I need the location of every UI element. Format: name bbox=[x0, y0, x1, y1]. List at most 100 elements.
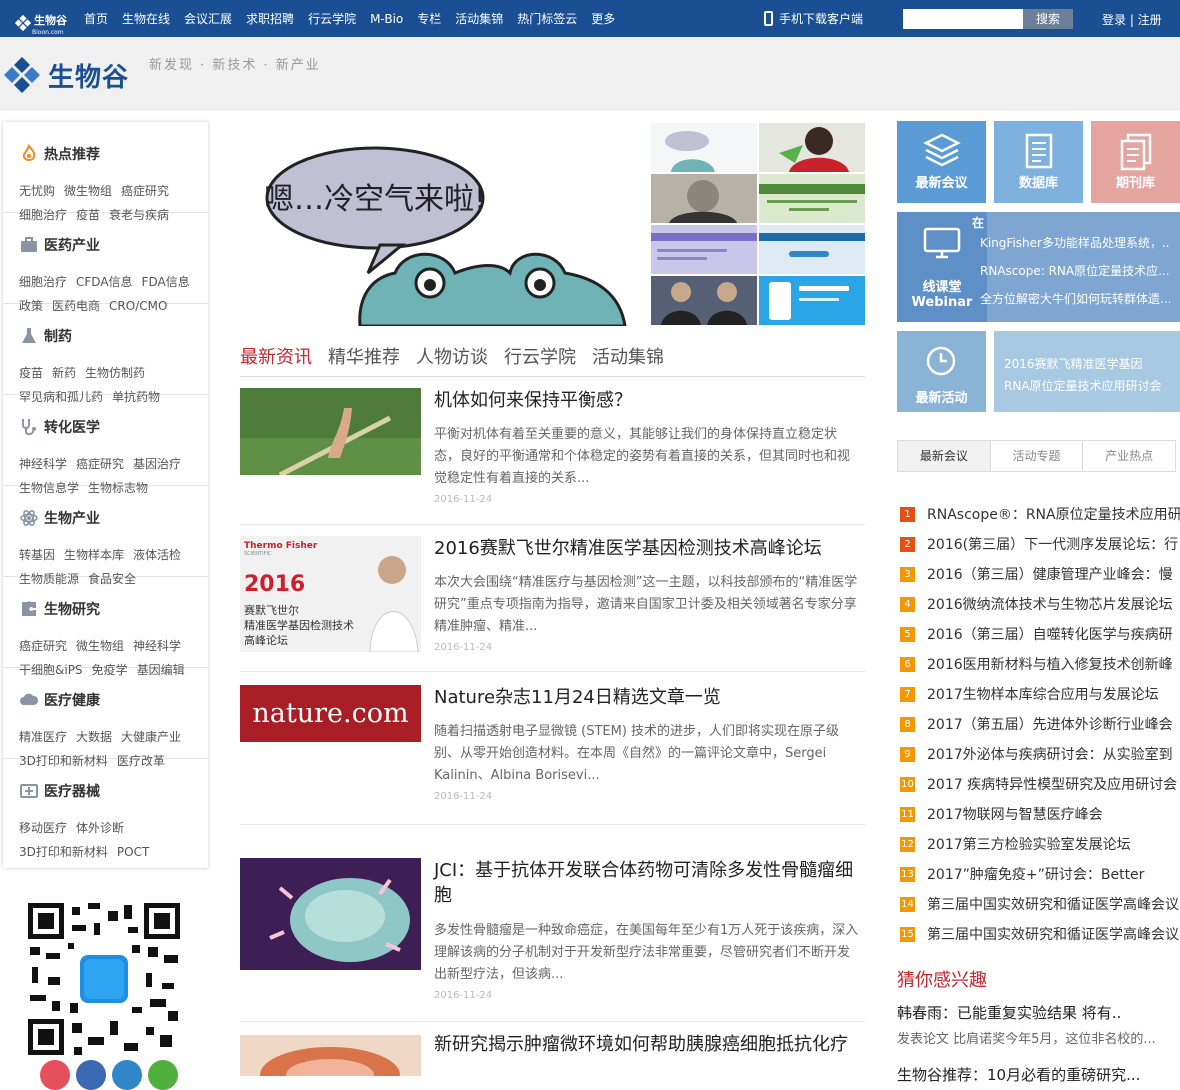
blog-icon[interactable] bbox=[76, 1060, 106, 1090]
nav-tags[interactable]: 热门标签云 bbox=[517, 10, 577, 27]
category-title[interactable]: 医药产业 bbox=[19, 235, 100, 255]
category-link[interactable]: 大健康产业 bbox=[121, 730, 181, 744]
category-title[interactable]: 热点推荐 bbox=[19, 144, 100, 164]
webinar-item[interactable]: RNAscope: RNA原位定量技术应... bbox=[980, 262, 1170, 279]
article-title[interactable]: Nature杂志11月24日精选文章一览 bbox=[434, 685, 864, 710]
webinar-item[interactable]: KingFisher多功能样品处理系统，... bbox=[980, 234, 1170, 251]
category-title[interactable]: 生物研究 bbox=[19, 599, 100, 619]
category-link[interactable]: 生物仿制药 bbox=[85, 366, 145, 380]
category-link[interactable]: CFDA信息 bbox=[76, 275, 133, 289]
category-link[interactable]: 大数据 bbox=[76, 730, 112, 744]
category-link[interactable]: 体外诊断 bbox=[76, 821, 124, 835]
guess-item-title[interactable]: 生物谷推荐：10月必看的重磅研究... bbox=[897, 1064, 1140, 1085]
tile-journals[interactable]: 期刊库 bbox=[1091, 121, 1180, 203]
ranking-item[interactable]: 13 2017”肿瘤免疫+”研讨会：Better bbox=[900, 859, 1180, 889]
thumbnail[interactable] bbox=[759, 276, 865, 325]
nav-bio-online[interactable]: 生物在线 bbox=[122, 10, 170, 27]
category-link[interactable]: 微生物组 bbox=[64, 184, 112, 198]
guess-item-title[interactable]: 韩春雨：已能重复实验结果 将有.. bbox=[897, 1002, 1121, 1023]
article-image[interactable]: nature.com bbox=[240, 685, 421, 742]
thumbnail[interactable] bbox=[759, 225, 865, 274]
ranking-item[interactable]: 8 2017（第五届）先进体外诊断行业峰会 bbox=[900, 709, 1180, 739]
category-link[interactable]: 转基因 bbox=[19, 548, 55, 562]
ranking-item[interactable]: 10 2017 疾病特异性模型研究及应用研讨会 bbox=[900, 769, 1180, 799]
ranking-item[interactable]: 2 2016(第三届）下一代测序发展论坛：行 bbox=[900, 529, 1180, 559]
search-input[interactable] bbox=[903, 9, 1023, 29]
thumbnail[interactable] bbox=[651, 225, 757, 274]
tab-latest-news[interactable]: 最新资讯 bbox=[240, 343, 312, 376]
ranking-item[interactable]: 12 2017第三方检验实验室发展论坛 bbox=[900, 829, 1180, 859]
thumbnail[interactable] bbox=[759, 174, 865, 223]
category-link[interactable]: POCT bbox=[117, 845, 149, 859]
category-link[interactable]: 生物样本库 bbox=[64, 548, 124, 562]
nav-more[interactable]: 更多 bbox=[591, 10, 615, 27]
category-link[interactable]: 癌症研究 bbox=[121, 184, 169, 198]
category-link[interactable]: FDA信息 bbox=[142, 275, 190, 289]
ranking-item[interactable]: 6 2016医用新材料与植入修复技术创新峰 bbox=[900, 649, 1180, 679]
tab-industry-hot[interactable]: 产业热点 bbox=[1083, 441, 1175, 471]
article-title[interactable]: 2016赛默飞世尔精准医学基因检测技术高峰论坛 bbox=[434, 536, 864, 561]
weibo-icon[interactable] bbox=[40, 1060, 70, 1090]
nav-academy[interactable]: 行云学院 bbox=[308, 10, 356, 27]
ranking-item[interactable]: 7 2017生物样本库综合应用与发展论坛 bbox=[900, 679, 1180, 709]
thumbnail[interactable] bbox=[651, 174, 757, 223]
article-title[interactable]: 新研究揭示肿瘤微环境如何帮助胰腺癌细胞抵抗化疗 bbox=[434, 1032, 864, 1057]
activity-item[interactable]: 2016赛默飞精准医学基因 bbox=[1004, 353, 1180, 375]
activity-item[interactable]: RNA原位定量技术应用研讨会 bbox=[1004, 375, 1180, 397]
login-register-link[interactable]: 登录 | 注册 bbox=[1102, 11, 1162, 28]
tab-events[interactable]: 活动集锦 bbox=[592, 343, 664, 376]
category-link[interactable]: 细胞治疗 bbox=[19, 275, 67, 289]
app-icon[interactable] bbox=[112, 1060, 142, 1090]
category-link[interactable]: 基因治疗 bbox=[133, 457, 181, 471]
ranking-item[interactable]: 11 2017物联网与智慧医疗峰会 bbox=[900, 799, 1180, 829]
category-link[interactable]: 新药 bbox=[52, 366, 76, 380]
nav-conferences[interactable]: 会议汇展 bbox=[184, 10, 232, 27]
tab-event-topics[interactable]: 活动专题 bbox=[991, 441, 1084, 471]
wechat-icon[interactable] bbox=[148, 1060, 178, 1090]
category-link[interactable]: 无忧购 bbox=[19, 184, 55, 198]
nav-home[interactable]: 首页 bbox=[84, 10, 108, 27]
tab-academy[interactable]: 行云学院 bbox=[504, 343, 576, 376]
category-link[interactable]: 液体活检 bbox=[133, 548, 181, 562]
article-title[interactable]: JCI：基于抗体开发联合体药物可清除多发性骨髓瘤细胞 bbox=[434, 858, 864, 908]
brand-logo[interactable]: 生物谷 bbox=[2, 55, 129, 95]
tab-latest-meetings[interactable]: 最新会议 bbox=[898, 441, 991, 471]
category-link[interactable]: 疫苗 bbox=[19, 366, 43, 380]
nav-columns[interactable]: 专栏 bbox=[417, 10, 441, 27]
activity-tile[interactable]: 最新活动 bbox=[897, 331, 986, 412]
ranking-item[interactable]: 9 2017外泌体与疾病研讨会：从实验室到 bbox=[900, 739, 1180, 769]
nav-jobs[interactable]: 求职招聘 bbox=[246, 10, 294, 27]
category-link[interactable]: 微生物组 bbox=[76, 639, 124, 653]
banner-slideshow[interactable]: 嗯…冷空气来啦! bbox=[240, 123, 644, 326]
ranking-item[interactable]: 5 2016（第三届）自噬转化医学与疾病研 bbox=[900, 619, 1180, 649]
article-image[interactable] bbox=[240, 1035, 421, 1076]
ranking-item[interactable]: 1 RNAscope®：RNA原位定量技术应用研 bbox=[900, 499, 1180, 529]
header-logo[interactable]: 生物谷 Bioon.com bbox=[14, 9, 67, 36]
ranking-item[interactable]: 15 第三届中国实效研究和循证医学高峰会议 bbox=[900, 919, 1180, 949]
category-link[interactable]: 3D打印和新材料 bbox=[19, 845, 108, 859]
article-image[interactable] bbox=[240, 858, 421, 970]
article-title[interactable]: 机体如何来保持平衡感？ bbox=[434, 388, 864, 413]
category-link[interactable]: 癌症研究 bbox=[76, 457, 124, 471]
thumbnail[interactable] bbox=[759, 123, 865, 172]
tab-featured[interactable]: 精华推荐 bbox=[328, 343, 400, 376]
category-title[interactable]: 医疗健康 bbox=[19, 690, 100, 710]
category-link[interactable]: 癌症研究 bbox=[19, 639, 67, 653]
thumbnail[interactable] bbox=[651, 276, 757, 325]
category-link[interactable]: 神经科学 bbox=[19, 457, 67, 471]
category-link[interactable]: 移动医疗 bbox=[19, 821, 67, 835]
ranking-item[interactable]: 14 第三届中国实效研究和循证医学高峰会议 bbox=[900, 889, 1180, 919]
article-image[interactable] bbox=[240, 388, 421, 475]
category-title[interactable]: 转化医学 bbox=[19, 417, 100, 437]
category-link[interactable]: 精准医疗 bbox=[19, 730, 67, 744]
tab-interviews[interactable]: 人物访谈 bbox=[416, 343, 488, 376]
category-title[interactable]: 医疗器械 bbox=[19, 781, 100, 801]
nav-events[interactable]: 活动集锦 bbox=[455, 10, 503, 27]
category-title[interactable]: 生物产业 bbox=[19, 508, 100, 528]
search-button[interactable]: 搜索 bbox=[1023, 9, 1073, 29]
thumbnail[interactable] bbox=[651, 123, 757, 172]
webinar-item[interactable]: 全方位解密大牛们如何玩转群体遗... bbox=[980, 290, 1170, 307]
category-title[interactable]: 制药 bbox=[19, 326, 72, 346]
nav-mbio[interactable]: M-Bio bbox=[370, 12, 403, 26]
category-link[interactable]: 神经科学 bbox=[133, 639, 181, 653]
